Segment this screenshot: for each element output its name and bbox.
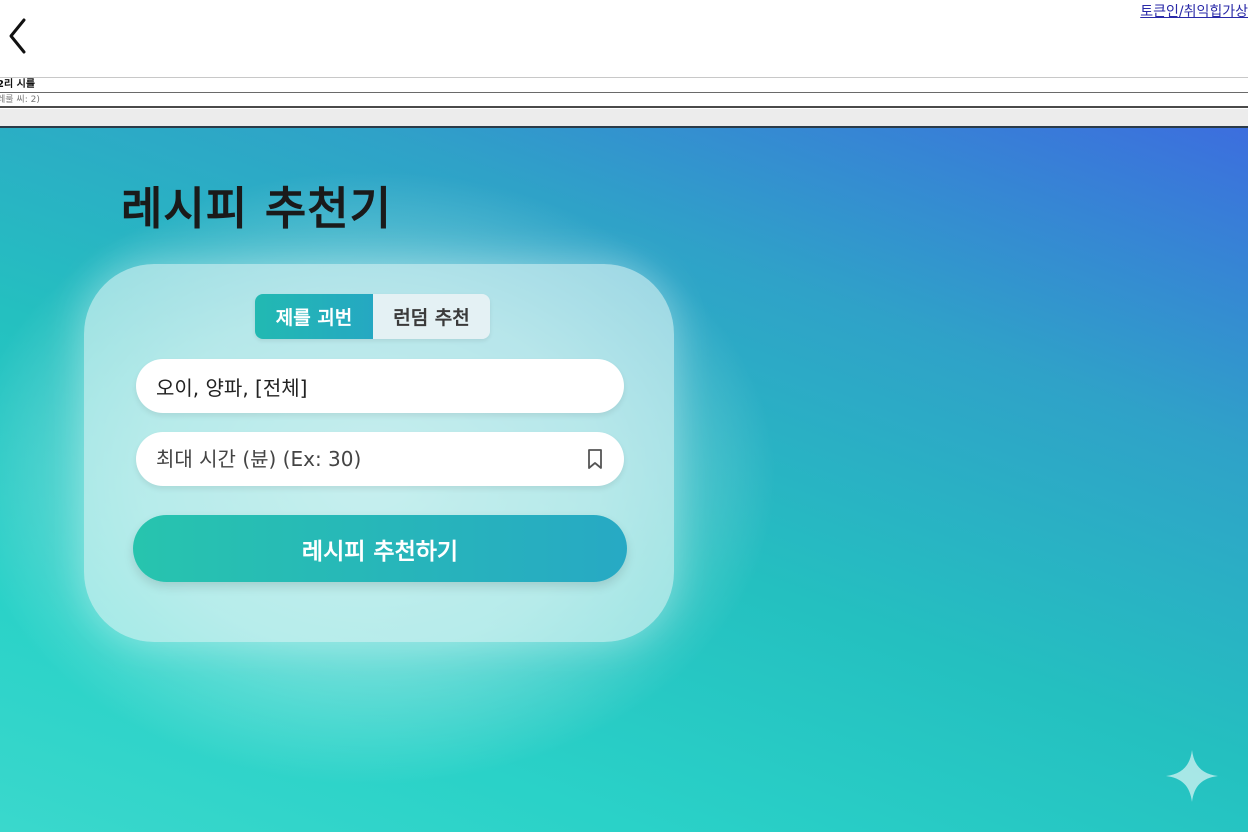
info-strip-3 [0,109,1248,128]
ingredients-field [136,359,624,413]
top-bar: 토큰인/취익힙가상 [0,0,1248,78]
info-strip-1-text: 2리 시룰 [0,79,36,90]
tab-random-recommend[interactable]: 런덤 추천 [373,294,490,339]
page-title: 레시피 추천기 [121,182,393,235]
info-strip-2-text: 레룰 씨: 2) [0,95,40,105]
recipe-form-card: 제를 괴번 런덤 추천 레시피 추천하기 [84,264,674,642]
top-right-link[interactable]: 토큰인/취익힙가상 [1140,1,1248,21]
info-strip-2: 레룰 씨: 2) [0,93,1248,108]
tab-ingredient-search[interactable]: 제를 괴번 [255,294,373,339]
recommend-recipe-button[interactable]: 레시피 추천하기 [133,515,627,582]
back-button[interactable] [4,16,32,56]
chevron-left-icon [9,18,26,54]
main-stage: 레시피 추천기 제를 괴번 런덤 추천 레시피 추천하기 [0,128,1248,832]
mode-tabs: 제를 괴번 런덤 추천 [255,294,490,339]
max-time-input[interactable] [156,432,576,486]
ingredients-input[interactable] [156,359,576,413]
bookmark-icon[interactable] [586,448,604,470]
info-strip-1: 2리 시룰 [0,78,1248,93]
max-time-field [136,432,624,486]
sparkle-icon [1166,750,1218,802]
